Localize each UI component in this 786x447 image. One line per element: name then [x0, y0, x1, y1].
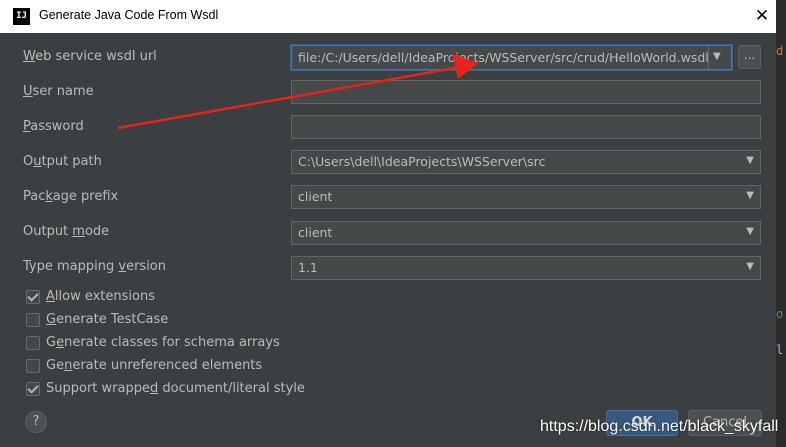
help-button[interactable]: ?: [25, 411, 47, 433]
output-path-value: C:\Users\dell\IdeaProjects\WSServer\src: [298, 154, 546, 169]
watermark-text: https://blog.csdn.net/black_skyfall: [540, 418, 779, 435]
intellij-icon: IJ: [13, 8, 30, 25]
generate-unreferenced-elements-label[interactable]: Generate unreferenced elements: [46, 358, 262, 373]
output-path-label: Output path: [23, 154, 102, 169]
output-mode-label: Output mode: [23, 224, 110, 239]
chevron-down-icon[interactable]: ▼: [746, 190, 754, 201]
type-mapping-version-value: 1.1: [298, 260, 318, 275]
generate-testcase-checkbox[interactable]: [26, 313, 40, 327]
type-mapping-version-combobox[interactable]: 1.1 ▼: [291, 256, 761, 280]
editor-glyph: o: [776, 307, 784, 321]
user-name-label: User name: [23, 84, 94, 99]
password-label: Password: [23, 119, 84, 134]
allow-extensions-checkbox[interactable]: [26, 290, 40, 304]
allow-extensions-label[interactable]: Allow extensions: [46, 289, 155, 304]
browse-button[interactable]: ...: [738, 45, 761, 69]
generate-unreferenced-elements-checkbox[interactable]: [26, 359, 40, 373]
chevron-down-icon[interactable]: ▼: [746, 155, 754, 166]
chevron-down-icon[interactable]: ▼: [713, 51, 721, 62]
type-mapping-version-label: Type mapping version: [23, 259, 166, 274]
window-title: Generate Java Code From Wsdl: [39, 8, 219, 22]
editor-background-strip: [776, 0, 786, 447]
password-field[interactable]: [291, 115, 761, 139]
editor-glyph: d: [776, 44, 784, 58]
wsdl-url-label: Web service wsdl url: [23, 49, 157, 64]
output-mode-value: client: [298, 225, 333, 240]
support-wrapped-document-label[interactable]: Support wrapped document/literal style: [46, 381, 305, 396]
generate-classes-schema-arrays-checkbox[interactable]: [26, 336, 40, 350]
title-bar: IJ Generate Java Code From Wsdl ✕: [0, 0, 776, 33]
combo-separator: [708, 46, 709, 69]
wsdl-url-value: file:/C:/Users/dell/IdeaProjects/WSServe…: [298, 50, 709, 65]
wsdl-url-combobox[interactable]: file:/C:/Users/dell/IdeaProjects/WSServe…: [291, 45, 732, 70]
output-mode-combobox[interactable]: client ▼: [291, 221, 761, 245]
generate-classes-schema-arrays-label[interactable]: Generate classes for schema arrays: [46, 335, 280, 350]
editor-glyph: l: [776, 343, 784, 357]
output-path-combobox[interactable]: C:\Users\dell\IdeaProjects\WSServer\src …: [291, 150, 761, 174]
user-name-field[interactable]: [291, 80, 761, 104]
support-wrapped-document-checkbox[interactable]: [26, 382, 40, 396]
chevron-down-icon[interactable]: ▼: [746, 261, 754, 272]
chevron-down-icon[interactable]: ▼: [746, 226, 754, 237]
package-prefix-value: client: [298, 189, 333, 204]
package-prefix-label: Package prefix: [23, 189, 119, 204]
generate-testcase-label[interactable]: Generate TestCase: [46, 312, 168, 327]
close-icon[interactable]: ✕: [752, 6, 772, 26]
package-prefix-combobox[interactable]: client ▼: [291, 185, 761, 209]
